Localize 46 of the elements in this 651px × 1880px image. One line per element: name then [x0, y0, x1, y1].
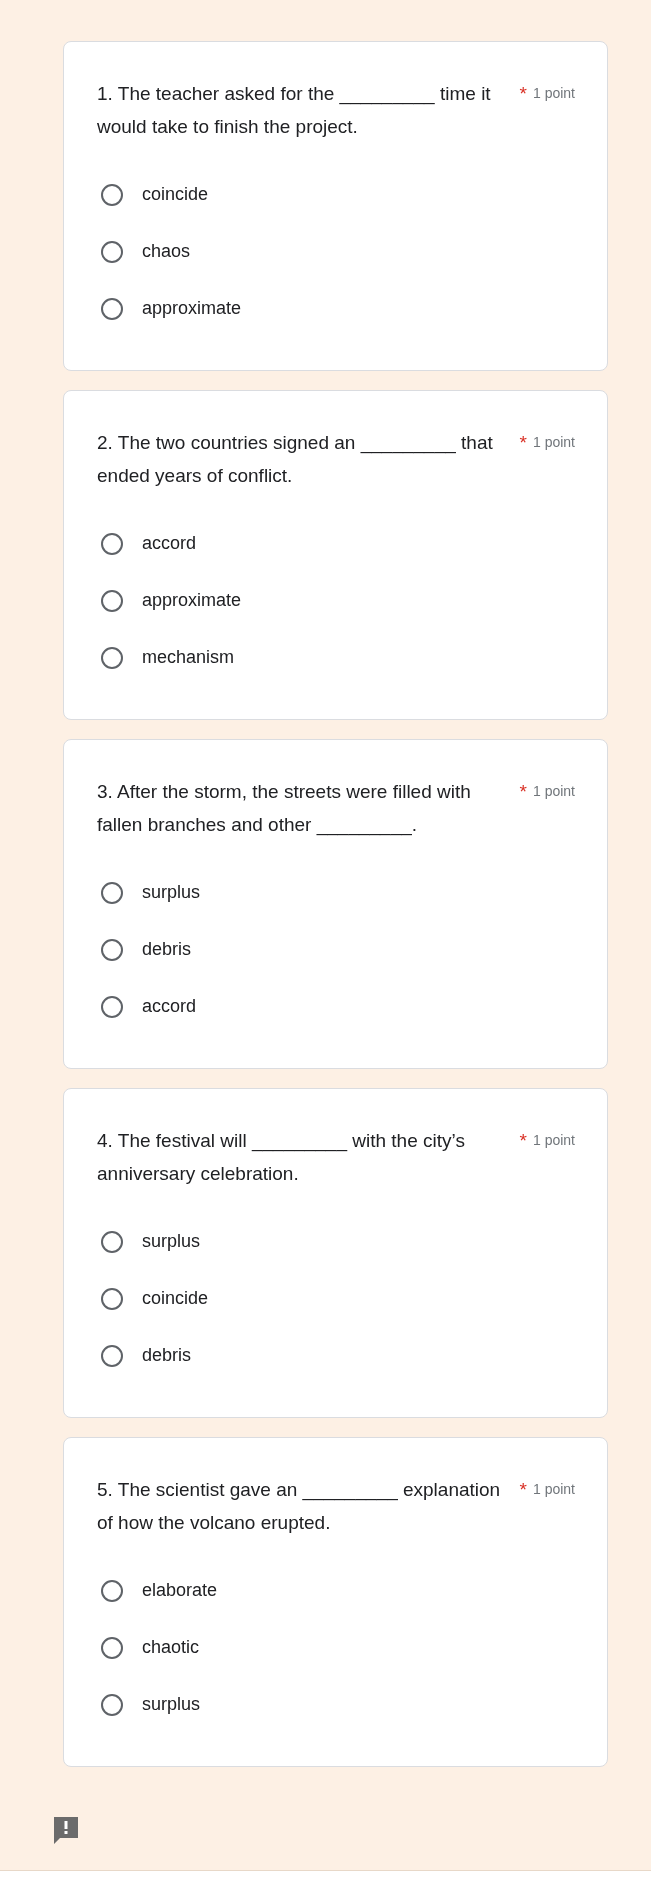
feedback-icon[interactable]: [52, 1816, 80, 1844]
radio-button[interactable]: [101, 589, 123, 612]
radio-button[interactable]: [101, 1636, 123, 1659]
question-text: 4. The festival will _________ with the city’s anniversary celebration.: [97, 1129, 466, 1186]
points-label: 1 point: [532, 433, 575, 452]
option-label[interactable]: mechanism: [142, 647, 235, 668]
points-label: 1 point: [532, 1480, 575, 1499]
radio-button[interactable]: [101, 646, 123, 669]
radio-button[interactable]: [101, 881, 123, 904]
radio-button[interactable]: [101, 1344, 123, 1367]
option-label[interactable]: debris: [142, 939, 192, 960]
radio-button[interactable]: [101, 1287, 123, 1310]
required-mark: *: [519, 1129, 527, 1153]
option-label[interactable]: debris: [142, 1345, 192, 1366]
option-label[interactable]: chaotic: [142, 1637, 200, 1658]
required-mark: *: [519, 82, 527, 106]
required-mark: *: [519, 1478, 527, 1502]
radio-button[interactable]: [101, 1579, 123, 1602]
option-label[interactable]: elaborate: [142, 1580, 218, 1601]
option-label[interactable]: accord: [142, 996, 197, 1017]
option-label[interactable]: surplus: [142, 1694, 201, 1715]
radio-button[interactable]: [101, 995, 123, 1018]
radio-button[interactable]: [101, 1693, 123, 1716]
points-label: 1 point: [532, 1131, 575, 1150]
option-label[interactable]: accord: [142, 533, 197, 554]
radio-button[interactable]: [101, 240, 123, 263]
option-label[interactable]: approximate: [142, 590, 242, 611]
required-mark: *: [519, 431, 527, 455]
radio-button[interactable]: [101, 183, 123, 206]
option-label[interactable]: approximate: [142, 298, 242, 319]
question-text: 2. The two countries signed an _________ that ended years of conflict.: [97, 431, 494, 488]
option-label[interactable]: surplus: [142, 882, 201, 903]
option-label[interactable]: surplus: [142, 1231, 201, 1252]
radio-button[interactable]: [101, 1230, 123, 1253]
points-label: 1 point: [532, 84, 575, 103]
radio-button[interactable]: [101, 297, 123, 320]
points-label: 1 point: [532, 782, 575, 801]
question-text: 3. After the storm, the streets were filled with fallen branches and other _________.: [97, 780, 472, 838]
radio-button[interactable]: [101, 532, 123, 555]
question-text: 5. The scientist gave an _________ explanation of how the volcano erupted.: [97, 1478, 502, 1535]
option-label[interactable]: chaos: [142, 241, 191, 262]
option-label[interactable]: coincide: [142, 1288, 209, 1309]
option-label[interactable]: coincide: [142, 184, 209, 205]
radio-button[interactable]: [101, 938, 123, 961]
question-text: 1. The teacher asked for the _________ time it would take to finish the project.: [97, 82, 492, 139]
required-mark: *: [519, 780, 527, 804]
